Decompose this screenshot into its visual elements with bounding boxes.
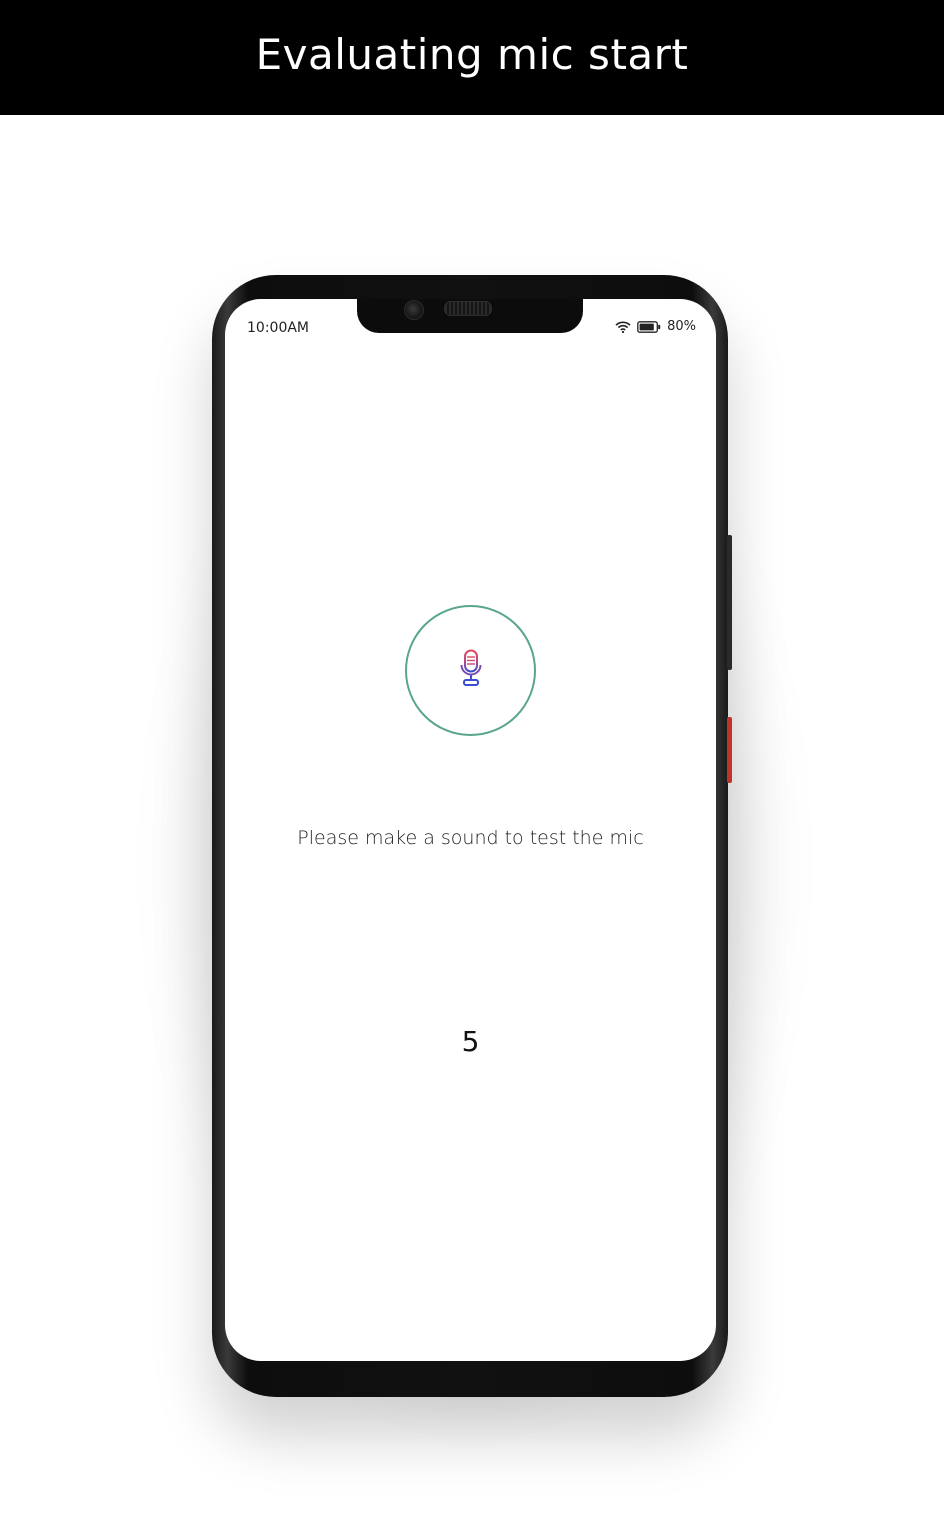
camera-icon — [404, 300, 424, 320]
volume-button — [727, 535, 732, 670]
mic-test-prompt: Please make a sound to test the mic — [297, 827, 644, 849]
status-icons: 80% — [615, 319, 696, 334]
power-button — [727, 717, 732, 783]
countdown-timer: 5 — [461, 1025, 480, 1058]
battery-percent: 80% — [667, 319, 696, 334]
phone-screen: 10:00AM 80% Please make a sound to test … — [225, 299, 716, 1361]
notch — [357, 299, 583, 333]
speaker-grille — [444, 301, 492, 316]
mic-test-button[interactable] — [405, 605, 536, 736]
microphone-icon — [458, 649, 484, 692]
battery-icon — [637, 320, 661, 333]
header-banner: Evaluating mic start — [0, 0, 944, 115]
status-time: 10:00AM — [247, 320, 310, 336]
banner-title: Evaluating mic start — [255, 30, 689, 79]
wifi-icon — [615, 321, 631, 333]
